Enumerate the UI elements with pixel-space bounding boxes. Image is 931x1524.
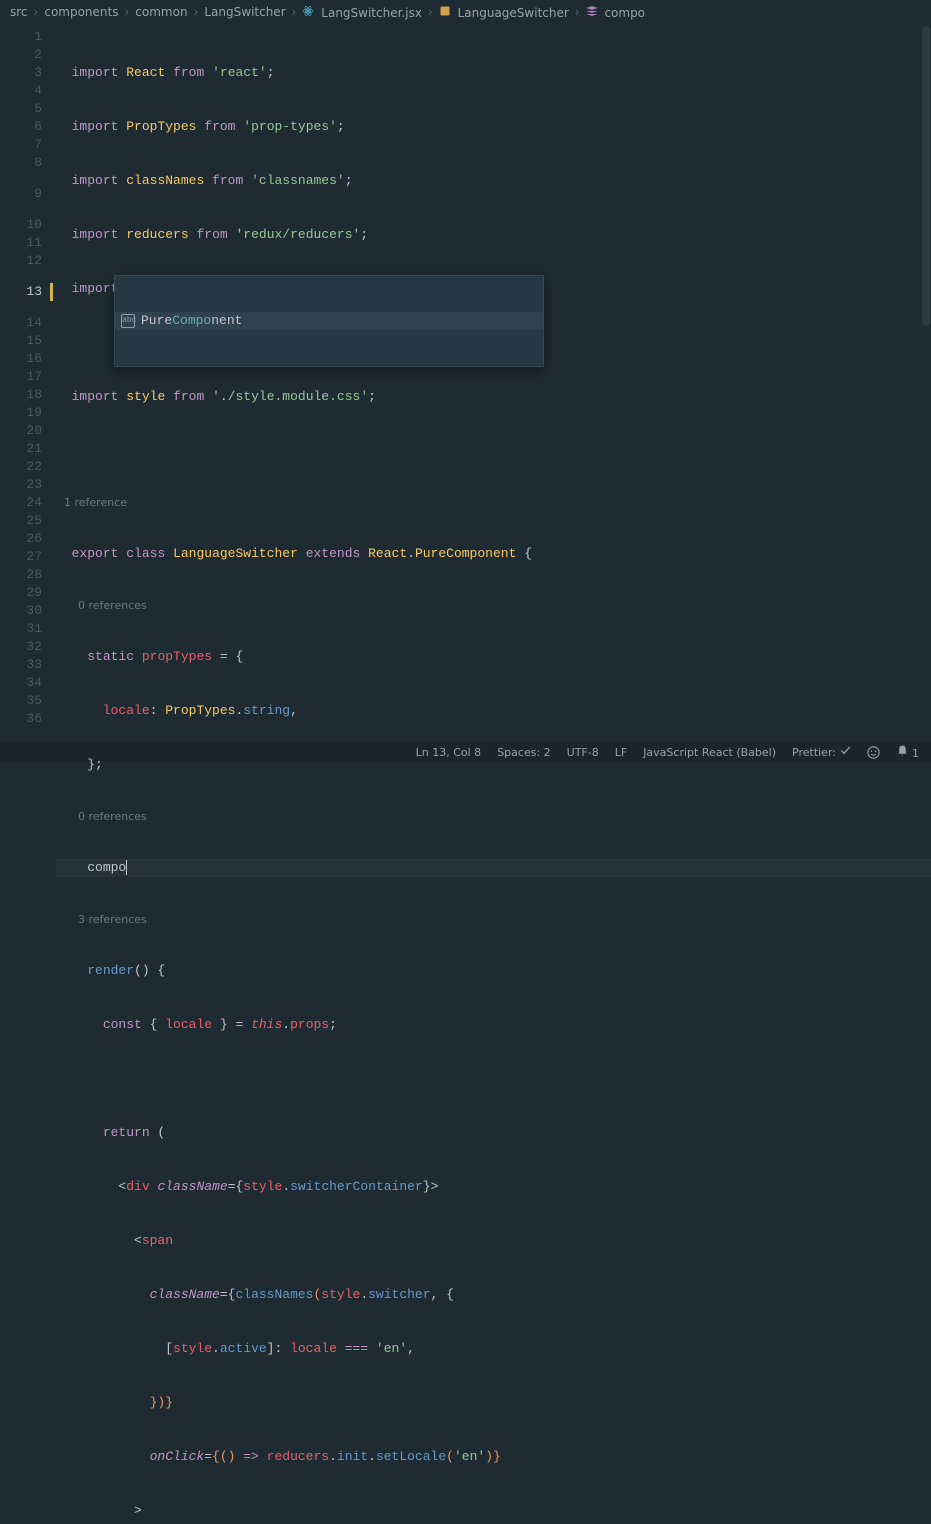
code-editor[interactable]: 12345 678 9 101112 13 1415161718 1920212…: [0, 24, 931, 742]
breadcrumb-item-file[interactable]: LangSwitcher.jsx: [302, 5, 421, 20]
breadcrumb-item[interactable]: src: [10, 5, 28, 19]
breadcrumb-sep: ›: [34, 5, 39, 19]
breadcrumb-item[interactable]: components: [44, 5, 118, 19]
autocomplete-item[interactable]: abc PureComponent: [115, 312, 543, 330]
breadcrumb-item-class[interactable]: LanguageSwitcher: [439, 5, 569, 20]
breadcrumb-sep: ›: [428, 5, 433, 19]
codelens-references[interactable]: 0 references: [56, 599, 931, 612]
text-cursor: [126, 860, 127, 875]
codelens-references[interactable]: 3 references: [56, 913, 931, 926]
breadcrumb-item[interactable]: common: [135, 5, 187, 19]
breadcrumbs: src › components › common › LangSwitcher…: [0, 0, 931, 24]
class-icon: [439, 5, 451, 17]
codelens-references[interactable]: 1 reference: [56, 496, 931, 509]
autocomplete-label: PureComponent: [141, 312, 242, 330]
breadcrumb-item-method[interactable]: compo: [586, 5, 645, 20]
codelens-references[interactable]: 0 references: [56, 810, 931, 823]
breadcrumb-sep: ›: [292, 5, 297, 19]
react-icon: [302, 5, 314, 17]
vertical-scrollbar[interactable]: [921, 24, 931, 742]
breadcrumb-sep: ›: [194, 5, 199, 19]
breadcrumb-sep: ›: [124, 5, 129, 19]
code-area[interactable]: import React from 'react'; import PropTy…: [56, 24, 931, 742]
breadcrumb-sep: ›: [575, 5, 580, 19]
scrollbar-thumb[interactable]: [922, 26, 930, 326]
method-icon: [586, 5, 598, 17]
autocomplete-popup[interactable]: abc PureComponent: [114, 275, 544, 367]
breadcrumb-item[interactable]: LangSwitcher: [204, 5, 285, 19]
line-numbers-gutter: 12345 678 9 101112 13 1415161718 1920212…: [0, 24, 56, 742]
suggestion-kind-icon: abc: [121, 314, 135, 328]
